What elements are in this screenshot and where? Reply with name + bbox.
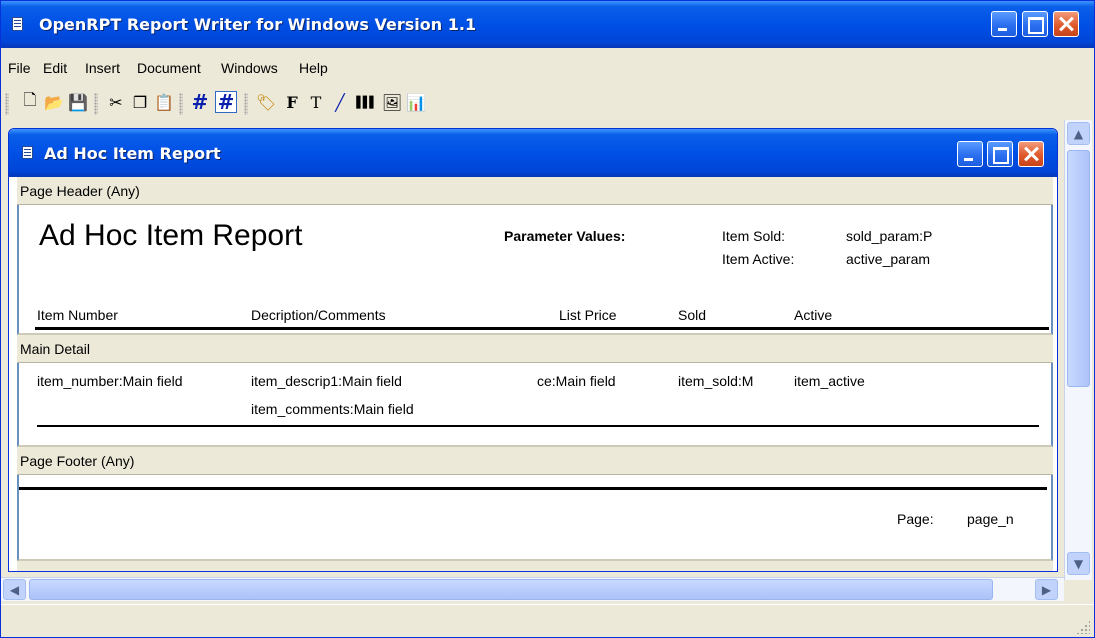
item-sold-label[interactable]: Item Sold: xyxy=(722,228,785,244)
page-header-band[interactable]: Ad Hoc Item Report Parameter Values: Ite… xyxy=(17,205,1053,335)
toolbar-grip[interactable] xyxy=(244,93,248,115)
horizontal-scrollbar[interactable]: ◀ ▶ xyxy=(1,577,1064,601)
scroll-right-arrow-icon[interactable]: ▶ xyxy=(1035,579,1058,600)
header-underline[interactable] xyxy=(35,327,1049,330)
item-active-field[interactable]: item_active xyxy=(794,373,865,389)
horizontal-scroll-thumb[interactable] xyxy=(29,579,993,600)
page-header-section-label[interactable]: Page Header (Any) xyxy=(17,177,1053,205)
toolbar-grip[interactable] xyxy=(94,93,98,115)
field-icon[interactable]: F xyxy=(281,91,303,113)
child-title-bar[interactable]: Ad Hoc Item Report xyxy=(9,129,1057,177)
resize-grip-icon[interactable] xyxy=(1076,620,1090,634)
item-description-field[interactable]: item_descrip1:Main field xyxy=(251,373,402,389)
line-icon[interactable]: ╱ xyxy=(329,91,351,113)
page-footer-section-label[interactable]: Page Footer (Any) xyxy=(17,447,1053,475)
item-sold-field[interactable]: item_sold:M xyxy=(678,373,782,389)
minimize-button[interactable] xyxy=(991,11,1017,37)
child-minimize-button[interactable] xyxy=(957,141,983,167)
app-title-bar[interactable]: OpenRPT Report Writer for Windows Versio… xyxy=(1,1,1094,48)
child-window-title: Ad Hoc Item Report xyxy=(44,144,221,163)
footer-line[interactable] xyxy=(19,487,1047,490)
report-child-window: Ad Hoc Item Report Page Header (Any) Ad … xyxy=(8,128,1058,572)
cut-icon[interactable]: ✂ xyxy=(105,91,127,113)
scroll-left-arrow-icon[interactable]: ◀ xyxy=(3,579,26,600)
report-design-canvas: Page Header (Any) Ad Hoc Item Report Par… xyxy=(17,177,1053,571)
open-folder-icon[interactable]: 📂 xyxy=(43,91,65,113)
report-title-label[interactable]: Ad Hoc Item Report xyxy=(39,219,302,253)
child-close-button[interactable] xyxy=(1018,141,1044,167)
column-header-list-price[interactable]: List Price xyxy=(559,307,617,323)
column-header-item-number[interactable]: Item Number xyxy=(37,307,118,323)
toolbar-grip[interactable] xyxy=(5,93,9,115)
main-window: OpenRPT Report Writer for Windows Versio… xyxy=(0,0,1095,638)
child-maximize-button[interactable] xyxy=(987,141,1013,167)
new-document-icon[interactable]: 🗋 xyxy=(19,90,41,113)
save-icon[interactable]: 💾 xyxy=(67,91,89,113)
status-bar xyxy=(1,604,1094,637)
menu-help[interactable]: Help xyxy=(299,60,328,76)
grid-icon[interactable]: # xyxy=(189,90,211,114)
snap-grid-icon[interactable]: # xyxy=(215,90,237,114)
image-icon[interactable]: 🖼 xyxy=(381,91,403,113)
app-icon xyxy=(12,17,23,31)
app-title: OpenRPT Report Writer for Windows Versio… xyxy=(39,15,477,34)
column-header-sold[interactable]: Sold xyxy=(678,307,706,323)
page-footer-band[interactable]: Page: page_n xyxy=(17,475,1053,561)
parameter-values-label[interactable]: Parameter Values: xyxy=(504,228,625,244)
maximize-button[interactable] xyxy=(1022,11,1048,37)
scroll-down-arrow-icon[interactable]: ▼ xyxy=(1067,552,1090,575)
vertical-scrollbar[interactable]: ▲ ▼ xyxy=(1064,120,1092,580)
sold-param-field[interactable]: sold_param:P xyxy=(846,228,932,244)
barcode-icon[interactable]: ▌▌▌ xyxy=(355,91,377,113)
report-document-icon xyxy=(22,146,33,159)
menu-document[interactable]: Document xyxy=(137,60,201,76)
active-param-field[interactable]: active_param xyxy=(846,251,930,267)
paste-icon[interactable]: 📋 xyxy=(153,91,175,113)
label-icon[interactable]: 🏷 xyxy=(255,91,277,113)
list-price-field[interactable]: ce:Main field xyxy=(537,373,616,389)
vertical-scroll-thumb[interactable] xyxy=(1067,150,1090,387)
toolbar-grip[interactable] xyxy=(179,93,183,115)
item-active-label[interactable]: Item Active: xyxy=(722,251,794,267)
toolbar: 🗋 📂 💾 ✂ ❐ 📋 # # 🏷 F T ╱ ▌▌▌ 🖼 📊 xyxy=(1,89,1094,119)
menu-file[interactable]: File xyxy=(8,60,31,76)
item-comments-field[interactable]: item_comments:Main field xyxy=(251,401,414,417)
page-label[interactable]: Page: xyxy=(897,511,934,527)
menu-windows[interactable]: Windows xyxy=(221,60,278,76)
main-detail-band[interactable]: item_number:Main field item_descrip1:Mai… xyxy=(17,363,1053,447)
page-number-field[interactable]: page_n xyxy=(967,511,1014,527)
detail-separator-line[interactable] xyxy=(37,425,1039,427)
text-icon[interactable]: T xyxy=(305,91,327,113)
item-number-field[interactable]: item_number:Main field xyxy=(37,373,183,389)
column-header-description[interactable]: Decription/Comments xyxy=(251,307,386,323)
copy-icon[interactable]: ❐ xyxy=(129,91,151,113)
close-button[interactable] xyxy=(1053,11,1079,37)
menu-insert[interactable]: Insert xyxy=(85,60,120,76)
main-detail-section-label[interactable]: Main Detail xyxy=(17,335,1053,363)
column-header-active[interactable]: Active xyxy=(794,307,832,323)
menu-edit[interactable]: Edit xyxy=(43,60,67,76)
scroll-up-arrow-icon[interactable]: ▲ xyxy=(1067,122,1090,145)
graph-icon[interactable]: 📊 xyxy=(405,91,427,113)
